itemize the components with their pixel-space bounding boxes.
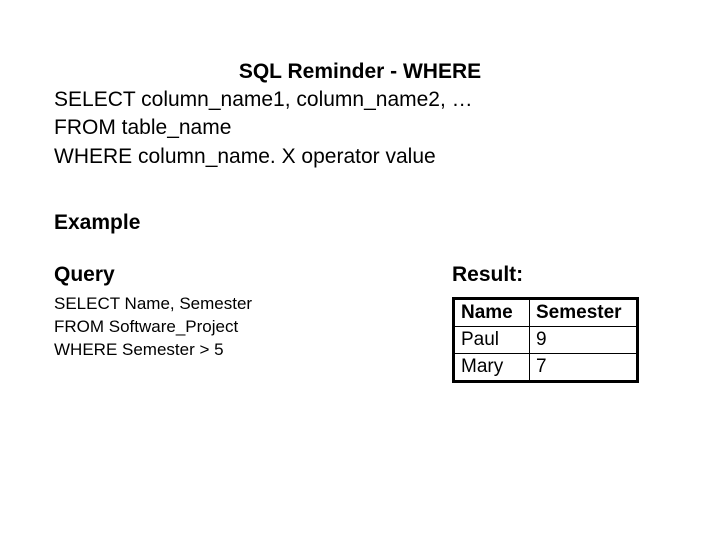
result-section: Result: Name Semester Paul 9 Mary 7 <box>452 263 666 383</box>
table-header-semester: Semester <box>530 299 638 327</box>
slide-content: SQL Reminder - WHERE SELECT column_name1… <box>54 60 666 383</box>
table-header-row: Name Semester <box>454 299 638 327</box>
query-line-from: FROM Software_Project <box>54 316 452 339</box>
table-header-name: Name <box>454 299 530 327</box>
query-section: Query SELECT Name, Semester FROM Softwar… <box>54 263 452 362</box>
table-cell-name: Mary <box>454 354 530 382</box>
example-heading: Example <box>54 211 666 235</box>
result-heading: Result: <box>452 263 666 287</box>
syntax-line-from: FROM table_name <box>54 114 666 142</box>
table-row: Mary 7 <box>454 354 638 382</box>
table-cell-semester: 7 <box>530 354 638 382</box>
table-cell-name: Paul <box>454 327 530 354</box>
syntax-line-select: SELECT column_name1, column_name2, … <box>54 86 666 114</box>
result-table: Name Semester Paul 9 Mary 7 <box>452 297 639 383</box>
query-line-where: WHERE Semester > 5 <box>54 339 452 362</box>
example-columns: Query SELECT Name, Semester FROM Softwar… <box>54 263 666 383</box>
page-title: SQL Reminder - WHERE <box>54 60 666 84</box>
table-row: Paul 9 <box>454 327 638 354</box>
query-line-select: SELECT Name, Semester <box>54 293 452 316</box>
table-cell-semester: 9 <box>530 327 638 354</box>
query-heading: Query <box>54 263 452 287</box>
syntax-line-where: WHERE column_name. X operator value <box>54 143 666 171</box>
